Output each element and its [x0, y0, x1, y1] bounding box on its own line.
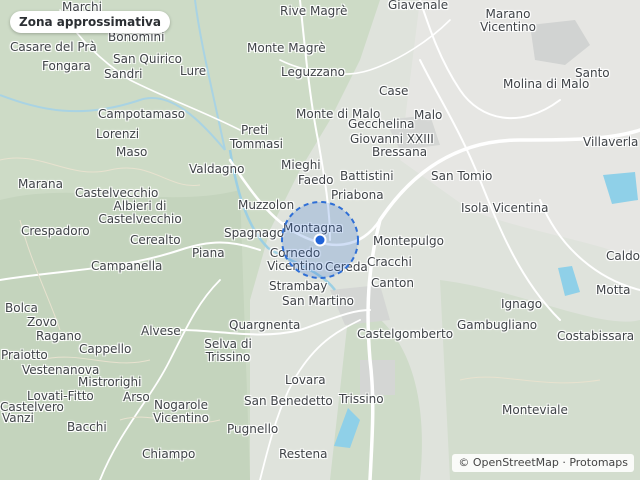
- approx-zone-overlay: [281, 201, 359, 279]
- approx-zone-badge: Zona approssimativa: [10, 11, 170, 33]
- location-marker-icon[interactable]: [315, 235, 325, 245]
- map-view[interactable]: Marchi Rive Magrè Giavenale Marano Vicen…: [0, 0, 640, 480]
- map-attribution[interactable]: © OpenStreetMap · Protomaps: [452, 454, 634, 472]
